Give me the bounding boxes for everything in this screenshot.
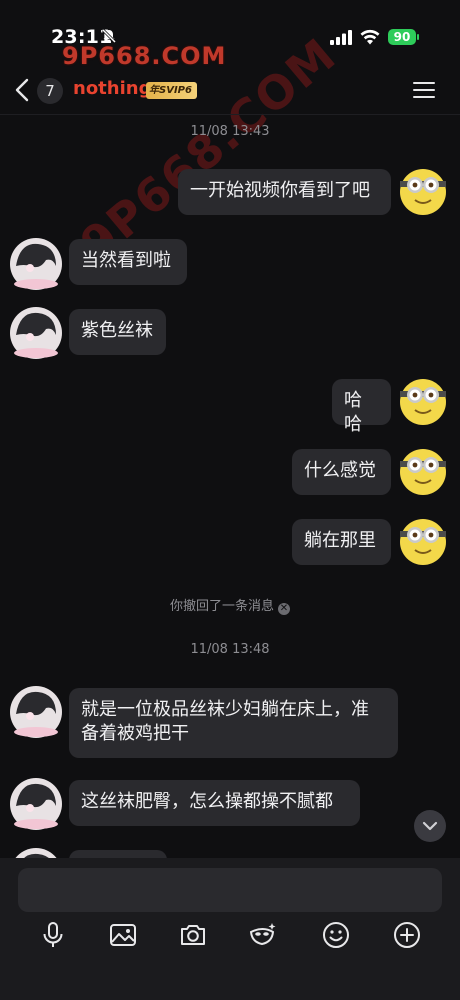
chat-title: nothing [73,78,152,99]
menu-icon[interactable] [413,80,435,100]
mic-icon[interactable] [38,920,68,950]
minion-avatar[interactable] [400,449,446,495]
outgoing-message[interactable]: 躺在那里 [292,519,391,565]
message-input[interactable] [18,868,442,912]
plus-icon[interactable] [392,920,422,950]
battery-indicator: 90 [388,29,416,45]
wifi-icon [360,29,380,45]
vip-badge: 年SVIP6 [146,82,197,99]
outgoing-message[interactable]: 什么感觉 [292,449,391,495]
emoji-icon[interactable] [321,920,351,950]
battery-tip [417,34,419,40]
incoming-message[interactable]: 这丝袜肥臀，怎么操都操不腻都 [69,780,360,826]
message-timestamp: 11/08 13:43 [190,124,270,139]
cellular-signal-icon [330,30,352,45]
back-chevron-icon[interactable] [14,78,30,102]
outgoing-message[interactable]: 一开始视频你看到了吧 [178,169,391,215]
incoming-message[interactable]: 就是一位极品丝袜少妇躺在床上，准备着被鸡把干 [69,688,398,758]
incoming-message[interactable]: 当然看到啦 [69,239,187,285]
minion-avatar[interactable] [400,169,446,215]
contact-avatar[interactable] [8,305,64,361]
chevron-down-icon [422,821,438,831]
contact-avatar[interactable] [8,236,64,292]
close-icon[interactable]: ✕ [278,603,290,615]
incoming-message[interactable]: 紫色丝袜 [69,309,166,355]
outgoing-message[interactable]: 哈哈 [332,379,391,435]
unread-count-badge[interactable]: 7 [37,78,63,104]
mask-icon[interactable] [248,920,278,950]
scroll-to-bottom-button[interactable] [414,810,446,842]
message-timestamp: 11/08 13:48 [190,642,270,657]
contact-avatar[interactable] [8,776,64,832]
contact-avatar[interactable] [8,684,64,740]
minion-avatar[interactable] [400,379,446,425]
camera-icon[interactable] [178,920,208,950]
recall-notice: 你撤回了一条消息 ✕ [0,595,460,615]
minion-avatar[interactable] [400,519,446,565]
recall-text: 你撤回了一条消息 [169,599,274,614]
chat-header: 7 nothing 年SVIP6 [0,66,460,115]
image-icon[interactable] [108,920,138,950]
